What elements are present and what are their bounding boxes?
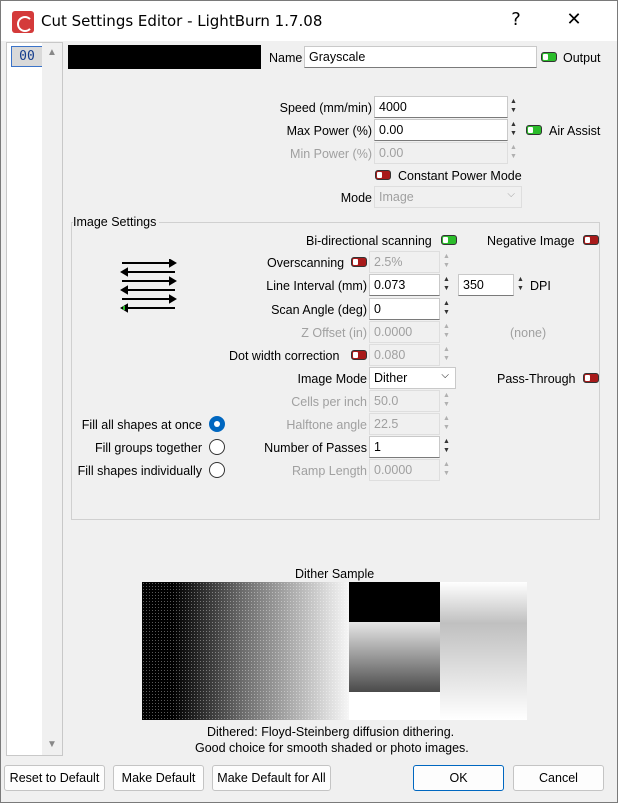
- image-mode-label: Image Mode: [297, 372, 367, 386]
- scroll-up-icon[interactable]: ▲: [46, 47, 58, 58]
- name-field[interactable]: Grayscale: [304, 46, 537, 68]
- cancel-button[interactable]: Cancel: [513, 765, 604, 791]
- dither-sample-graphic: [142, 582, 527, 720]
- fill-groups-radio[interactable]: [209, 439, 225, 455]
- name-label: Name: [269, 51, 303, 65]
- mode-value: Image: [379, 190, 414, 204]
- fill-all-label: Fill all shapes at once: [81, 418, 202, 432]
- dither-sample-image: [142, 582, 527, 720]
- max-power-label: Max Power (%): [286, 124, 372, 138]
- overscan-spinner: ▲ ▼: [443, 253, 450, 269]
- scan-angle-spinner[interactable]: ▲ ▼: [440, 298, 454, 320]
- reset-to-default-button[interactable]: Reset to Default: [4, 765, 105, 791]
- max-power-spinner[interactable]: ▲ ▼: [507, 119, 521, 141]
- passes-label: Number of Passes: [264, 441, 367, 455]
- mode-select: Image ⌵: [374, 186, 522, 208]
- image-mode-value: Dither: [374, 371, 408, 385]
- scan-angle-field[interactable]: 0: [369, 298, 440, 320]
- negative-image-toggle[interactable]: [583, 235, 599, 245]
- make-default-for-all-button[interactable]: Make Default for All: [212, 765, 331, 791]
- ramp-length-label: Ramp Length: [291, 464, 367, 478]
- dpi-field[interactable]: 350: [458, 274, 514, 296]
- min-power-spinner: ▲ ▼: [510, 144, 517, 160]
- cut-settings-dialog: Cut Settings Editor - LightBurn 1.7.08 ?…: [0, 0, 618, 803]
- line-interval-field[interactable]: 0.073: [369, 274, 440, 296]
- chevron-down-icon: ⌵: [441, 370, 449, 381]
- negative-image-label: Negative Image: [487, 234, 575, 248]
- pass-through-toggle[interactable]: [583, 373, 599, 383]
- z-offset-note: (none): [510, 326, 547, 340]
- bidir-toggle[interactable]: [441, 235, 457, 245]
- constant-power-label: Constant Power Mode: [398, 169, 522, 183]
- lightburn-app-icon: [12, 11, 34, 33]
- image-mode-select[interactable]: Dither ⌵: [369, 367, 456, 389]
- dither-description-line1: Dithered: Floyd-Steinberg diffusion dith…: [207, 725, 455, 739]
- dot-width-spinner: ▲ ▼: [443, 346, 450, 362]
- min-power-label: Min Power (%): [290, 147, 372, 161]
- dot-width-label: Dot width correction: [229, 349, 340, 363]
- image-settings-title: Image Settings: [73, 215, 160, 229]
- dither-description-line2: Good choice for smooth shaded or photo i…: [195, 741, 469, 755]
- halftone-angle-field: 22.5: [369, 413, 440, 435]
- fill-individually-label: Fill shapes individually: [77, 464, 202, 478]
- close-icon[interactable]: ✕: [559, 9, 589, 30]
- dpi-spinner[interactable]: ▲ ▼: [514, 274, 528, 296]
- chevron-down-icon: ⌵: [507, 189, 515, 200]
- help-icon[interactable]: ?: [501, 9, 531, 30]
- output-label: Output: [563, 51, 601, 65]
- fill-all-radio[interactable]: [209, 416, 225, 432]
- scan-angle-label: Scan Angle (deg): [271, 303, 367, 317]
- dpi-label: DPI: [530, 279, 551, 293]
- z-offset-field: 0.0000: [369, 321, 440, 343]
- scan-lines-icon: [120, 259, 177, 313]
- pass-through-label: Pass-Through: [497, 372, 576, 386]
- layer-list[interactable]: 00 ▲ ▼: [6, 42, 63, 756]
- mode-label: Mode: [340, 191, 372, 205]
- overscan-field: 2.5%: [369, 251, 440, 273]
- z-offset-spinner: ▲ ▼: [443, 323, 450, 339]
- window-title: Cut Settings Editor - LightBurn 1.7.08: [41, 12, 323, 30]
- ok-button[interactable]: OK: [413, 765, 504, 791]
- halftone-angle-spinner: ▲ ▼: [443, 415, 450, 431]
- passes-spinner[interactable]: ▲ ▼: [440, 436, 454, 458]
- passes-field[interactable]: 1: [369, 436, 440, 458]
- air-assist-label: Air Assist: [549, 124, 601, 138]
- speed-label: Speed (mm/min): [279, 101, 372, 115]
- layer-color-swatch[interactable]: [68, 45, 261, 69]
- layer-list-scrollbar[interactable]: ▲ ▼: [42, 43, 62, 755]
- bidir-label: Bi-directional scanning: [306, 234, 432, 248]
- cells-per-inch-label: Cells per inch: [291, 395, 367, 409]
- ramp-length-spinner: ▲ ▼: [443, 461, 450, 477]
- constant-power-toggle[interactable]: [375, 170, 391, 180]
- min-power-field: 0.00: [374, 142, 508, 164]
- dot-width-toggle[interactable]: [351, 350, 367, 360]
- title-bar[interactable]: Cut Settings Editor - LightBurn 1.7.08 ?…: [1, 1, 617, 41]
- output-toggle[interactable]: [541, 52, 557, 62]
- overscan-toggle[interactable]: [351, 257, 367, 267]
- dither-sample-title: Dither Sample: [295, 567, 375, 581]
- ramp-length-field: 0.0000: [369, 459, 440, 481]
- fill-individually-radio[interactable]: [209, 462, 225, 478]
- fill-groups-label: Fill groups together: [94, 441, 202, 455]
- line-interval-spinner[interactable]: ▲ ▼: [440, 274, 454, 296]
- make-default-button[interactable]: Make Default: [113, 765, 204, 791]
- air-assist-toggle[interactable]: [526, 125, 542, 135]
- overscan-label: Overscanning: [267, 256, 345, 270]
- cells-per-inch-field: 50.0: [369, 390, 440, 412]
- z-offset-label: Z Offset (in): [301, 326, 367, 340]
- speed-field[interactable]: 4000: [374, 96, 508, 118]
- line-interval-label: Line Interval (mm): [266, 279, 367, 293]
- halftone-angle-label: Halftone angle: [286, 418, 367, 432]
- dot-width-field: 0.080: [369, 344, 440, 366]
- max-power-field[interactable]: 0.00: [374, 119, 508, 141]
- scroll-down-icon[interactable]: ▼: [46, 739, 58, 750]
- layer-chip-00[interactable]: 00: [11, 46, 43, 67]
- speed-spinner[interactable]: ▲ ▼: [507, 96, 521, 118]
- cells-per-inch-spinner: ▲ ▼: [443, 392, 450, 408]
